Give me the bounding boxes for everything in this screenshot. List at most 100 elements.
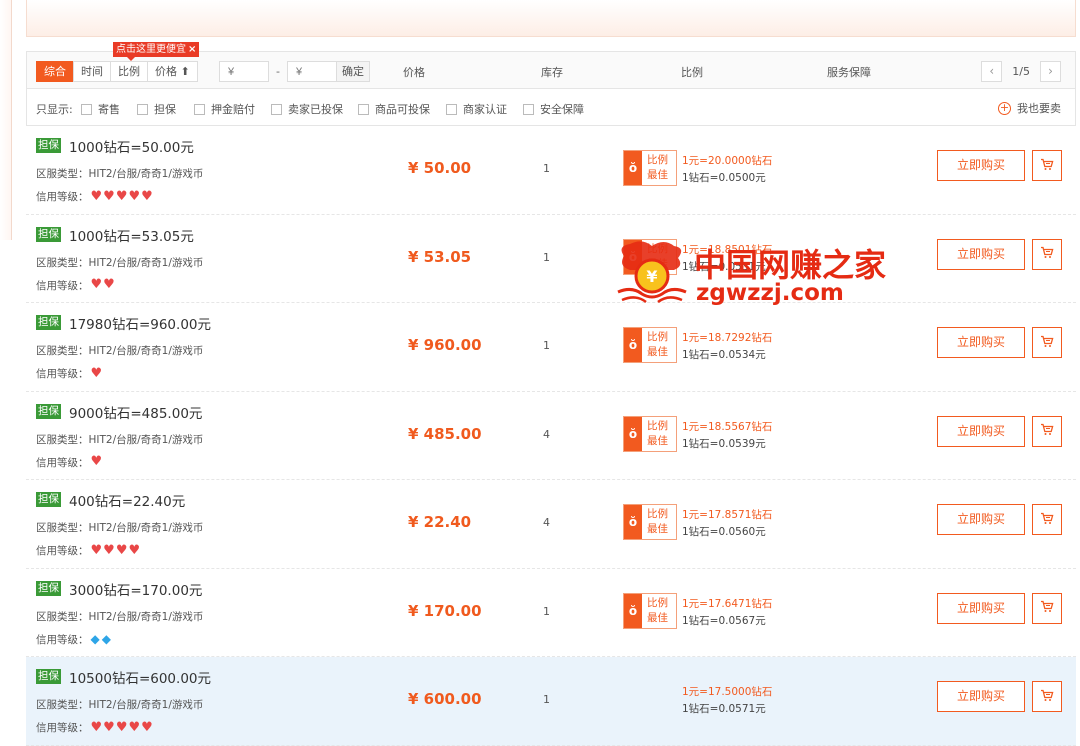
filter-insurable-checkbox[interactable]: 商品可投保 bbox=[358, 101, 430, 117]
ratio-yuan-to-diamond: 1元=17.5000钻石 bbox=[682, 686, 773, 698]
buy-now-button[interactable]: 立即购买 bbox=[937, 415, 1025, 447]
listing-price: ¥ 485.00 bbox=[408, 424, 482, 443]
sort-buttons: 综合 时间 比例 价格 ⬆ bbox=[36, 61, 198, 82]
credit-label: 信用等级： bbox=[36, 633, 89, 646]
credit-label: 信用等级： bbox=[36, 722, 89, 734]
guarantee-tag: 担保 bbox=[36, 403, 61, 419]
add-to-cart-button[interactable] bbox=[1032, 681, 1062, 712]
price-confirm-button[interactable]: 确定 bbox=[335, 61, 370, 82]
ratio-info: 1元=18.7292钻石 1钻石=0.0534元 bbox=[682, 330, 772, 364]
sort-comprehensive-button[interactable]: 综合 bbox=[36, 61, 74, 82]
checkbox-box[interactable] bbox=[81, 103, 92, 115]
listing-stock: 1 bbox=[543, 693, 550, 706]
prev-page-button[interactable]: ‹ bbox=[981, 61, 1003, 82]
sort-ratio-button[interactable]: 比例 bbox=[110, 61, 148, 82]
filter-safety-checkbox[interactable]: 安全保障 bbox=[523, 101, 584, 117]
listing-title[interactable]: 1000钻石=50.00元 bbox=[69, 136, 194, 156]
listing-title[interactable]: 17980钻石=960.00元 bbox=[69, 313, 211, 333]
badge-text-line1: 比例 bbox=[647, 596, 668, 609]
buy-now-button[interactable]: 立即购买 bbox=[937, 504, 1025, 535]
listing-title[interactable]: 3000钻石=170.00元 bbox=[69, 579, 202, 599]
add-to-cart-button[interactable] bbox=[1032, 150, 1062, 181]
add-to-cart-button[interactable] bbox=[1032, 415, 1062, 447]
heart-icon: ♥ bbox=[90, 365, 103, 381]
top-banner bbox=[26, 0, 1076, 37]
add-to-cart-button[interactable] bbox=[1032, 238, 1062, 270]
sort-price-button[interactable]: 价格 ⬆ bbox=[147, 61, 198, 82]
sell-link[interactable]: + 我也要卖 bbox=[998, 100, 1061, 116]
checkbox-box[interactable] bbox=[137, 103, 148, 115]
checkbox-label: 商家认证 bbox=[463, 103, 507, 116]
badge-text-line1: 比例 bbox=[647, 242, 668, 255]
only-show-label: 只显示: bbox=[36, 103, 73, 116]
listing-title[interactable]: 400钻石=22.40元 bbox=[69, 490, 185, 510]
checkbox-box[interactable] bbox=[271, 103, 282, 115]
credit-level: 信用等级： ♥ ♥ ♥ ♥ bbox=[36, 543, 141, 558]
listing-title[interactable]: 1000钻石=53.05元 bbox=[69, 225, 194, 245]
best-ratio-badge: ŏ 比例 最佳 bbox=[623, 327, 677, 363]
filter-merchant-checkbox[interactable]: 商家认证 bbox=[446, 101, 507, 117]
badge-text-line2: 最佳 bbox=[647, 169, 668, 181]
checkbox-box[interactable] bbox=[358, 103, 369, 115]
listing-zone: 区服类型：HIT2/台服/奇奇1/游戏币 bbox=[36, 256, 204, 269]
guarantee-tag: 担保 bbox=[36, 315, 61, 330]
checkbox-box[interactable] bbox=[523, 103, 534, 115]
only-show-bar: 只显示: 寄售 担保 押金赔付 卖家已投保 商品可投保 商家认证 安全保障 + … bbox=[26, 89, 1076, 126]
credit-label: 信用等级： bbox=[36, 191, 89, 203]
buy-now-button[interactable]: 立即购买 bbox=[937, 327, 1025, 358]
heart-icon: ♥ bbox=[115, 188, 128, 204]
next-page-button[interactable]: › bbox=[1040, 61, 1061, 82]
add-to-cart-button[interactable] bbox=[1032, 592, 1062, 624]
listing-title[interactable]: 9000钻石=485.00元 bbox=[69, 402, 202, 422]
listing-row: 担保 17980钻石=960.00元 区服类型：HIT2/台服/奇奇1/游戏币 信用等… bbox=[26, 303, 1076, 392]
cart-icon bbox=[1040, 689, 1054, 705]
ratio-info: 1元=17.6471钻石 1钻石=0.0567元 bbox=[682, 596, 772, 630]
listing-row: 担保 1000钻石=50.00元 区服类型：HIT2/台服/奇奇1/游戏币 信用等级：… bbox=[26, 126, 1076, 215]
listing-stock: 1 bbox=[543, 162, 550, 175]
price-min-input[interactable] bbox=[219, 61, 269, 82]
filter-guarantee-checkbox[interactable]: 担保 bbox=[137, 101, 176, 117]
checkbox-box[interactable] bbox=[194, 103, 205, 115]
ratio-yuan-to-diamond: 1元=18.5567钻石 bbox=[682, 420, 773, 433]
left-panel-edge bbox=[0, 0, 12, 240]
ratio-diamond-to-yuan: 1钻石=0.0571元 bbox=[682, 703, 766, 715]
listing-list: 担保 1000钻石=50.00元区服类型：HIT2/台服/奇奇1/游戏币 信用等级：… bbox=[26, 126, 1076, 746]
heart-icon: ♥ bbox=[103, 542, 115, 558]
close-icon[interactable]: × bbox=[188, 44, 196, 55]
filter-consignment-checkbox[interactable]: 寄售 bbox=[81, 101, 120, 117]
buy-now-button[interactable]: 立即购买 bbox=[937, 592, 1025, 624]
credit-icons: ♥ ♥ ♥ ♥ ♥ bbox=[91, 719, 154, 735]
badge-text-line1: 比例 bbox=[647, 419, 668, 432]
buy-now-button[interactable]: 立即购买 bbox=[937, 150, 1025, 181]
buy-now-button[interactable]: 立即购买 bbox=[937, 238, 1025, 270]
badge-text-line2: 最佳 bbox=[647, 523, 668, 535]
price-max-input[interactable] bbox=[286, 61, 337, 82]
ratio-info: 1元=17.8571钻石 1钻石=0.0560元 bbox=[682, 507, 772, 541]
buy-now-button[interactable]: 立即购买 bbox=[937, 681, 1025, 712]
filter-deposit-checkbox[interactable]: 押金赔付 bbox=[194, 101, 255, 117]
listing-price: ¥ 600.00 bbox=[408, 690, 482, 708]
listing-price: ¥ 53.05 bbox=[408, 247, 472, 266]
heart-icon: ♥ bbox=[115, 719, 128, 735]
ratio-info: 1元=18.5567钻石 1钻石=0.0539元 bbox=[682, 419, 772, 453]
credit-label: 信用等级： bbox=[36, 279, 89, 292]
badge-text: 比例 最佳 bbox=[642, 240, 668, 274]
credit-label: 信用等级： bbox=[36, 368, 89, 380]
cart-icon bbox=[1040, 246, 1054, 262]
filter-insured-checkbox[interactable]: 卖家已投保 bbox=[271, 101, 343, 117]
credit-label: 信用等级： bbox=[36, 545, 89, 557]
listing-title[interactable]: 10500钻石=600.00元 bbox=[69, 667, 211, 687]
heart-icon: ♥ bbox=[103, 719, 115, 735]
guarantee-tag: 担保 bbox=[36, 669, 61, 684]
ratio-yuan-to-diamond: 1元=20.0000钻石 bbox=[682, 155, 773, 167]
listing-zone: 区服类型：HIT2/台服/奇奇1/游戏币 bbox=[36, 433, 204, 446]
heart-icon: ♥ bbox=[128, 719, 141, 735]
sort-time-button[interactable]: 时间 bbox=[73, 61, 111, 82]
add-to-cart-button[interactable] bbox=[1032, 504, 1062, 535]
checkbox-box[interactable] bbox=[446, 103, 457, 115]
ratio-diamond-to-yuan: 1钻石=0.0531元 bbox=[682, 260, 766, 273]
guarantee-tag: 担保 bbox=[36, 492, 61, 507]
add-to-cart-button[interactable] bbox=[1032, 327, 1062, 358]
ratio-diamond-to-yuan: 1钻石=0.0500元 bbox=[682, 172, 766, 184]
column-header-ratio: 比例 bbox=[681, 66, 703, 79]
